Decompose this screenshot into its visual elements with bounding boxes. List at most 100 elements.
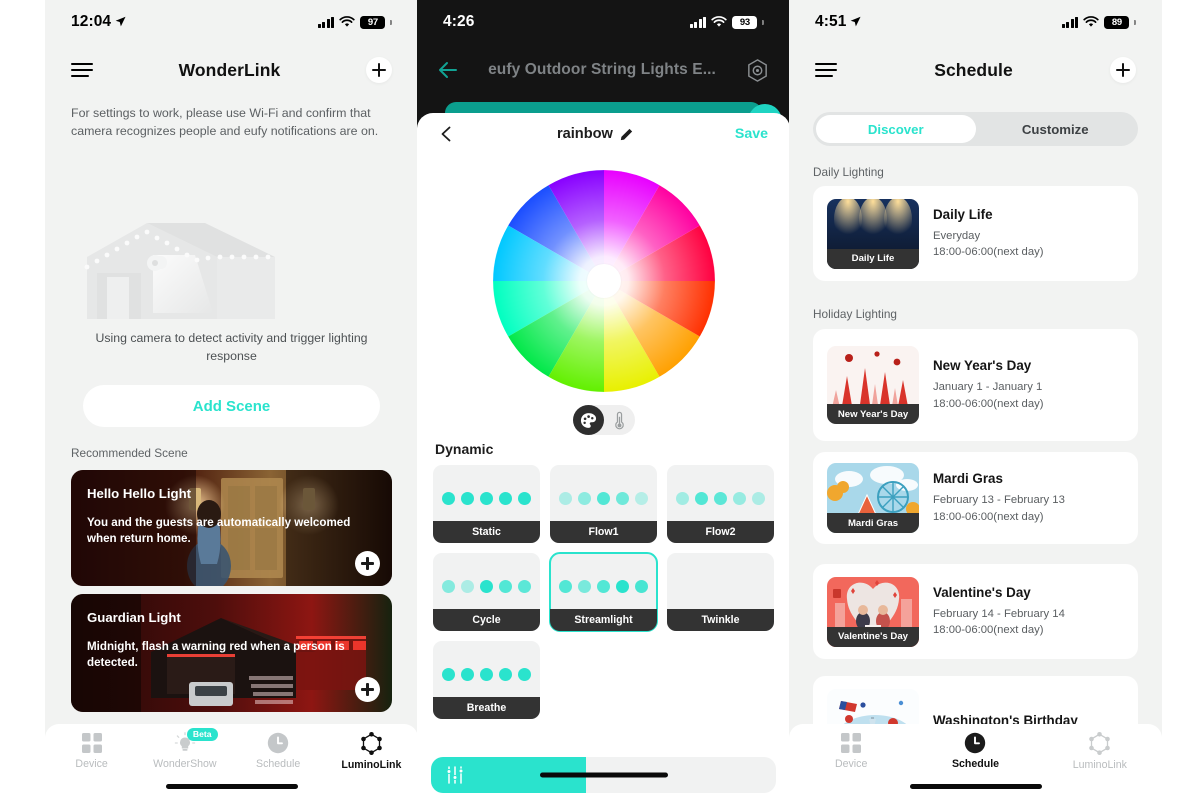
grid-squares-icon [841,733,862,753]
add-button[interactable] [365,57,392,83]
tab-customize[interactable]: Customize [976,115,1136,143]
schedule-card[interactable]: Valentine's Day Valentine's Day February… [813,564,1138,659]
color-wheel-container [417,166,790,396]
schedule-title: New Year's Day [933,358,1032,374]
status-time: 12:04 [71,13,112,30]
scene-description: Midnight, flash a warning red when a per… [87,640,345,670]
effect-tile[interactable]: Flow2 [667,465,774,543]
schedule-time: 18:00-06:00(next day) [933,624,1044,636]
beta-badge: Beta [186,728,218,742]
temperature-mode-option[interactable] [604,411,635,430]
schedule-thumbnail: Valentine's Day [827,576,919,647]
effect-name: rainbow [556,126,613,142]
schedule-thumbnail: Mardi Gras [827,463,919,533]
status-bar-1: 12:04 97 [45,0,418,44]
page-title: Schedule [934,59,1013,80]
schedule-title: Mardi Gras [933,471,1003,487]
phone-screen-wonderlink: 12:04 97 WonderLink For settings to work… [45,0,418,799]
tab-luminolink[interactable]: LuminoLink [325,732,418,771]
schedule-card[interactable]: New Year's Day New Year's Day January 1 … [813,329,1138,441]
schedule-card[interactable]: Daily Life Daily Life Everyday 18:00-06:… [813,186,1138,281]
phone-screen-schedule: 4:51 89 Schedule Discover Customize Dail… [789,0,1162,799]
effect-preview-dots [433,580,540,593]
schedule-time: 18:00-06:00(next day) [933,397,1044,410]
tab-discover[interactable]: Discover [816,115,976,143]
effect-preview-dots [433,492,540,505]
arrow-left-icon[interactable] [437,59,459,81]
nav-bar-3: Schedule [789,48,1162,92]
tab-luminolink[interactable]: LuminoLink [1038,732,1162,771]
tab-wondershow[interactable]: Beta WonderShow [138,728,231,770]
dynamic-section-label: Dynamic [435,441,494,457]
schedule-range: February 13 - February 13 [933,494,1065,507]
tab-label: Schedule [951,758,1000,770]
palette-mode-option[interactable] [572,405,604,435]
effect-editor-sheet: rainbow Save Dynamic Static Flow1 Flow2 … [417,113,790,799]
effect-preview-dots [433,668,540,681]
effect-tile[interactable]: Cycle [433,553,540,631]
add-scene-icon[interactable] [355,677,380,702]
schedule-info: Valentine's Day February 14 - February 1… [933,585,1124,639]
cellular-bars-icon [689,16,707,28]
hexagon-target-icon[interactable] [745,58,770,83]
tab-device[interactable]: Device [789,732,913,770]
save-button[interactable]: Save [735,126,768,142]
battery-cap-icon [1134,19,1136,25]
grid-squares-icon [81,733,102,753]
tab-schedule[interactable]: Schedule [232,732,325,770]
scene-title: Hello Hello Light [87,486,192,501]
schedule-card[interactable]: Mardi Gras Mardi Gras February 13 - Febr… [813,452,1138,544]
hamburger-menu-icon[interactable] [71,62,93,78]
tab-device[interactable]: Device [45,732,138,770]
sliders-icon [446,766,464,784]
effect-tile[interactable]: Breathe [433,641,540,719]
effect-preview-dots [550,492,657,505]
scene-card[interactable]: Guardian Light Midnight, flash a warning… [71,594,392,712]
scene-card[interactable]: Hello Hello Light You and the guests are… [71,470,392,586]
schedule-thumbnail: New Year's Day [827,346,919,424]
effect-tile[interactable]: Flow1 [550,465,657,543]
effect-tile[interactable]: Static [433,465,540,543]
tab-label: LuminoLink [1072,759,1127,771]
effect-tile[interactable]: Streamlight [549,552,658,632]
phone-screen-light-effects: 4:26 93 eufy Outdoor String Lights E... [417,0,790,799]
chevron-left-icon[interactable] [439,126,455,142]
tab-label: LuminoLink [341,759,402,771]
schedule-range: January 1 - January 1 [933,381,1043,394]
schedule-title: Valentine's Day [933,584,1031,600]
hexagon-nodes-icon [361,732,382,755]
settings-hint-text: For settings to work, please use Wi-Fi a… [71,106,379,138]
tab-schedule[interactable]: Schedule [913,732,1037,770]
add-scene-button[interactable]: Add Scene [83,385,380,427]
hsv-color-wheel[interactable] [492,170,715,392]
battery-indicator: 93 [732,15,758,29]
hamburger-menu-icon[interactable] [815,62,837,78]
schedule-info: Daily Life Everyday 18:00-06:00(next day… [933,207,1124,261]
effect-name-label: Static [433,521,540,543]
house-string-lights-camera-illustration [84,223,275,319]
daily-lighting-label: Daily Lighting [813,165,884,179]
add-schedule-button[interactable] [1109,57,1136,83]
holiday-lighting-label: Holiday Lighting [813,307,897,321]
illustration-caption: Using camera to detect activity and trig… [95,331,368,363]
scene-description: You and the guests are automatically wel… [87,516,351,546]
schedule-info: Mardi Gras February 13 - February 13 18:… [933,471,1124,525]
pencil-icon[interactable] [620,128,633,141]
cellular-bars-icon [1061,16,1079,28]
bottom-tab-bar-3: Device Schedule LuminoLink [789,724,1162,799]
color-mode-toggle[interactable] [572,405,635,435]
add-scene-icon[interactable] [355,551,380,576]
schedule-title: Daily Life [933,206,993,222]
color-wheel-center-handle[interactable] [586,264,621,298]
schedule-range: Everyday [933,229,981,242]
wifi-icon [1083,16,1100,27]
brightness-slider[interactable] [431,757,776,793]
tab-label: Device [75,758,108,770]
home-indicator [165,784,298,789]
location-arrow-icon [851,16,861,26]
effect-tile[interactable]: Twinkle [667,553,774,631]
schedule-time: 18:00-06:00(next day) [933,246,1044,258]
effect-name-label: Streamlight [550,609,657,631]
location-arrow-icon [115,16,126,26]
hexagon-nodes-icon [1089,732,1111,755]
